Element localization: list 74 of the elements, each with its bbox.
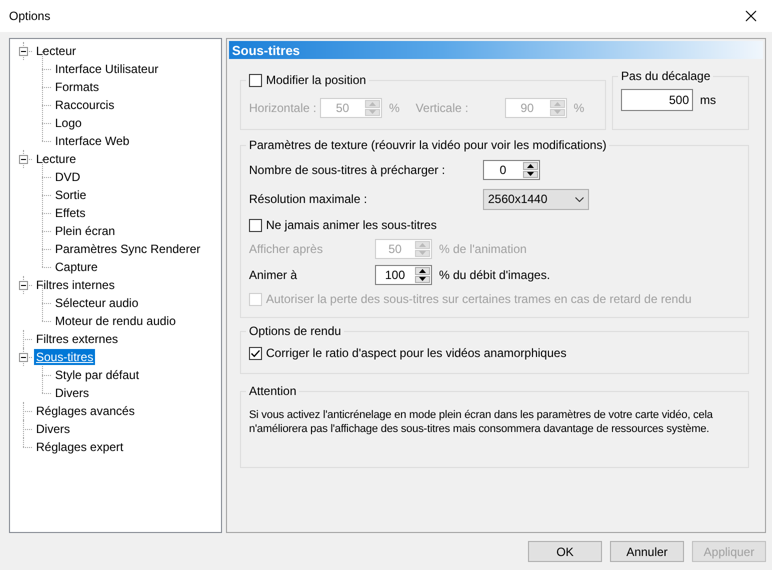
resolution-dropdown[interactable]: 2560x1440: [483, 188, 589, 210]
group-title: Attention: [248, 384, 298, 398]
field-label: Résolution maximale :: [249, 192, 368, 206]
tree-item[interactable]: Lecture: [34, 151, 78, 167]
down-triangle-icon: [419, 251, 426, 256]
checkbox-label: Autoriser la perte des sous-titres sur certaines trames en cas de retard de rendu: [266, 292, 692, 306]
tree-item[interactable]: Formats: [53, 79, 102, 95]
section-header: Sous-titres: [229, 41, 763, 59]
collapse-toggle[interactable]: [19, 46, 28, 56]
group-title: Pas du décalage: [620, 69, 712, 83]
tree-item[interactable]: Raccourcis: [53, 97, 116, 113]
spin-field[interactable]: 0: [483, 160, 540, 180]
tree-item[interactable]: Logo: [53, 115, 84, 131]
field-label: Horizontale :: [249, 101, 318, 115]
checkbox[interactable]: [249, 218, 262, 232]
unit-label: % de l'animation: [439, 242, 527, 256]
checkbox-label: Ne jamais animer les sous-titres: [266, 218, 437, 232]
tree-item[interactable]: Réglages expert: [34, 439, 126, 455]
down-triangle-icon: [527, 172, 534, 176]
tree-item[interactable]: Style par défaut: [53, 367, 142, 383]
group-title: Paramètres de texture (réouvrir la vidéo pour voir les modifications): [248, 138, 608, 152]
window-title: Options: [9, 9, 50, 23]
up-triangle-icon: [369, 102, 376, 106]
spin-down-button[interactable]: [415, 276, 430, 283]
tree-item[interactable]: Lecteur: [34, 43, 78, 59]
up-triangle-icon: [527, 164, 534, 168]
spin-up-button[interactable]: [523, 162, 538, 170]
tree-item[interactable]: Divers: [34, 421, 72, 437]
unit-label: %: [389, 101, 400, 115]
collapse-toggle[interactable]: [19, 154, 28, 164]
unit-label: %: [574, 101, 584, 115]
offset-field[interactable]: 500: [621, 89, 693, 111]
down-triangle-icon: [554, 110, 561, 114]
tree-item[interactable]: Sous-titres: [34, 349, 96, 365]
field-label: Afficher après: [249, 242, 324, 256]
tree-item[interactable]: Capture: [53, 259, 100, 275]
tree-item[interactable]: Divers: [53, 385, 92, 401]
tree-item[interactable]: Réglages avancés: [34, 403, 137, 419]
field-label: Nombre de sous-titres à précharger :: [249, 163, 446, 177]
tree-item[interactable]: Sortie: [53, 187, 88, 203]
checkbox[interactable]: [249, 346, 262, 360]
up-triangle-icon: [419, 242, 426, 247]
unit-label: % du débit d'images.: [439, 268, 550, 282]
group-title: Options de rendu: [248, 324, 342, 338]
warning-text: Si vous activez l'anticrénelage en mode plein écran dans les paramètres de votre carte vidéo, cela n'améliorera pas l'affichage des sous-titres mais consommera davantage de ressources système.: [249, 408, 714, 436]
collapse-toggle[interactable]: [19, 280, 28, 290]
spin-field[interactable]: 100: [375, 265, 432, 285]
checkbox[interactable]: [249, 74, 262, 86]
tree-item[interactable]: Filtres internes: [34, 277, 117, 293]
tree-item[interactable]: Interface Web: [53, 133, 132, 149]
spin-down-button[interactable]: [523, 170, 538, 178]
spin-up-button[interactable]: [415, 267, 430, 274]
dialog-button[interactable]: Annuler: [610, 541, 684, 562]
tree-item[interactable]: DVD: [53, 169, 82, 185]
tree-item[interactable]: Effets: [53, 205, 88, 221]
unit-label: ms: [700, 93, 716, 107]
up-triangle-icon: [419, 268, 426, 273]
down-triangle-icon: [369, 110, 376, 114]
down-triangle-icon: [419, 277, 426, 282]
tree-item[interactable]: Moteur de rendu audio: [53, 313, 178, 329]
tree-item[interactable]: Sélecteur audio: [53, 295, 140, 311]
tree-item[interactable]: Filtres externes: [34, 331, 120, 347]
close-icon: [745, 10, 757, 22]
checkbox-label: Modifier la position: [266, 73, 366, 87]
up-triangle-icon: [554, 102, 561, 106]
tree-item[interactable]: Interface Utilisateur: [53, 61, 160, 77]
chevron-down-icon: [575, 196, 584, 202]
field-label: Animer à: [249, 268, 298, 282]
tree-item[interactable]: Plein écran: [53, 223, 118, 239]
checkbox-label: Corriger le ratio d'aspect pour les vidéos anamorphiques: [266, 346, 566, 360]
tree-item[interactable]: Paramètres Sync Renderer: [53, 241, 202, 257]
collapse-toggle[interactable]: [19, 352, 28, 362]
field-label: Verticale :: [416, 101, 470, 115]
dialog-button[interactable]: OK: [528, 541, 602, 562]
